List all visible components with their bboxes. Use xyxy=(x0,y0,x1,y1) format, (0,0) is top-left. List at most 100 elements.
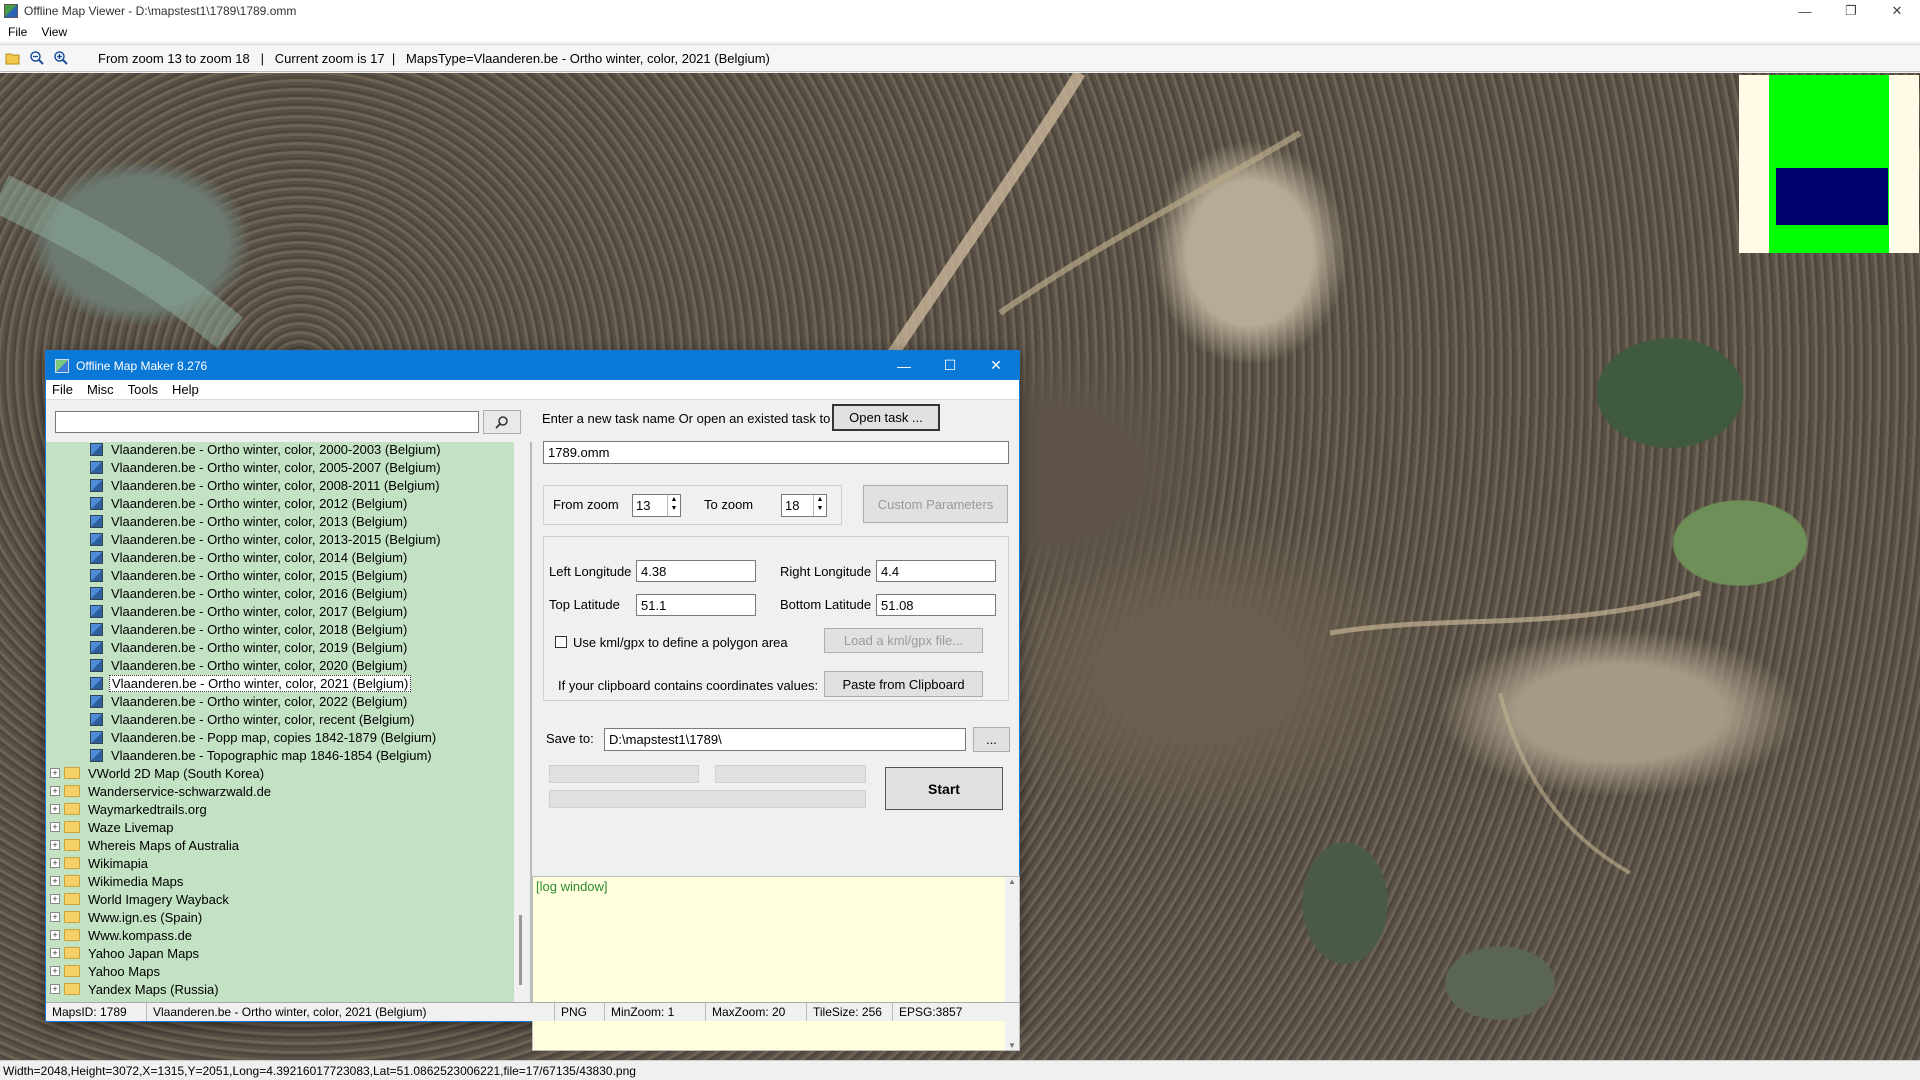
tree-item-label: Vlaanderen.be - Ortho winter, color, 201… xyxy=(111,567,408,583)
tree-item-map[interactable]: Vlaanderen.be - Ortho winter, color, 200… xyxy=(90,442,443,458)
dialog-menu-help[interactable]: Help xyxy=(172,382,199,397)
dialog-maximize-button[interactable]: ☐ xyxy=(927,351,973,380)
spinner-arrows-icon[interactable]: ▲ ▼ xyxy=(813,495,826,516)
tree-item-label: Vlaanderen.be - Ortho winter, color, 200… xyxy=(111,477,440,493)
tree-item-map[interactable]: Vlaanderen.be - Popp map, copies 1842-18… xyxy=(90,728,438,746)
save-path-input[interactable]: D:\mapstest1\1789\ xyxy=(604,728,966,751)
log-scrollbar[interactable]: ▲ ▼ xyxy=(1005,877,1019,1050)
folder-icon xyxy=(64,929,80,941)
tree-folder[interactable]: + Wikimedia Maps xyxy=(50,872,185,890)
dialog-minimize-button[interactable]: — xyxy=(881,351,927,380)
scroll-up-icon[interactable]: ▲ xyxy=(1005,877,1019,886)
tree-item-map[interactable]: Vlaanderen.be - Ortho winter, color, 201… xyxy=(90,548,409,566)
top-latitude-input[interactable]: 51.1 xyxy=(636,594,756,616)
dialog-menu-tools[interactable]: Tools xyxy=(128,382,158,397)
tree-folder[interactable]: + Yahoo Maps xyxy=(50,962,162,980)
browse-button[interactable]: ... xyxy=(973,727,1010,752)
tree-item-map[interactable]: Vlaanderen.be - Ortho winter, color, 201… xyxy=(90,638,409,656)
dialog-close-button[interactable]: ✕ xyxy=(973,351,1019,380)
tree-folder[interactable]: + Wikimapia xyxy=(50,854,150,872)
dialog-titlebar[interactable]: Offline Map Maker 8.276 — ☐ ✕ xyxy=(46,351,1019,380)
maximize-button[interactable]: ❐ xyxy=(1828,0,1874,22)
expand-icon[interactable]: + xyxy=(50,876,60,886)
tree-item-map[interactable]: Vlaanderen.be - Ortho winter, color, rec… xyxy=(90,710,416,728)
tree-item-map[interactable]: Vlaanderen.be - Ortho winter, color, 201… xyxy=(90,566,409,584)
expand-icon[interactable]: + xyxy=(50,768,60,778)
tree-item-map[interactable]: Vlaanderen.be - Ortho winter, color, 201… xyxy=(90,530,443,548)
tree-folder[interactable]: + Yandex Maps (Russia) xyxy=(50,980,221,998)
tree-item-map[interactable]: Vlaanderen.be - Ortho winter, color, 201… xyxy=(90,512,409,530)
search-button[interactable] xyxy=(483,410,521,434)
expand-icon[interactable]: + xyxy=(50,912,60,922)
tree-folder[interactable]: + Waze Livemap xyxy=(50,818,176,836)
close-button[interactable]: ✕ xyxy=(1874,0,1920,22)
tree-scroll-thumb[interactable] xyxy=(519,915,522,985)
map-type-tree[interactable]: Vlaanderen.be - Ortho winter, color, 200… xyxy=(46,442,514,1003)
tree-folder-label: Yahoo Maps xyxy=(88,963,161,979)
expand-icon[interactable]: + xyxy=(50,966,60,976)
custom-parameters-button[interactable]: Custom Parameters xyxy=(863,485,1008,523)
left-longitude-input[interactable]: 4.38 xyxy=(636,560,756,582)
folder-icon xyxy=(64,839,80,851)
open-folder-icon[interactable] xyxy=(2,47,24,69)
expand-icon[interactable]: + xyxy=(50,930,60,940)
tree-folder[interactable]: + World Imagery Wayback xyxy=(50,890,231,908)
tree-folder[interactable]: + Www.ign.es (Spain) xyxy=(50,908,204,926)
map-layer-icon xyxy=(90,460,103,474)
bottom-latitude-label: Bottom Latitude xyxy=(780,597,872,612)
tree-folder[interactable]: + Waymarkedtrails.org xyxy=(50,800,209,818)
open-task-button[interactable]: Open task ... xyxy=(832,404,940,431)
dialog-menu-file[interactable]: File xyxy=(52,382,73,397)
expand-icon[interactable]: + xyxy=(50,786,60,796)
tree-item-map[interactable]: Vlaanderen.be - Ortho winter, color, 201… xyxy=(90,620,409,638)
menu-file[interactable]: File xyxy=(8,25,27,39)
task-name-input[interactable]: 1789.omm xyxy=(543,441,1009,464)
main-statusbar: Width=2048,Height=3072,X=1315,Y=2051,Lon… xyxy=(0,1060,1920,1080)
tree-folder[interactable]: + Www.kompass.de xyxy=(50,926,194,944)
paste-clipboard-button[interactable]: Paste from Clipboard xyxy=(824,671,983,697)
tree-item-map[interactable]: Vlaanderen.be - Ortho winter, color, 202… xyxy=(90,656,409,674)
tree-scrollbar[interactable] xyxy=(515,442,528,1003)
dialog-menu-misc[interactable]: Misc xyxy=(87,382,114,397)
tree-folder-label: Whereis Maps of Australia xyxy=(88,837,240,853)
log-window[interactable]: [log window] ▲ ▼ xyxy=(532,876,1020,1051)
tree-item-map[interactable]: Vlaanderen.be - Ortho winter, color, 201… xyxy=(90,584,409,602)
tree-item-map[interactable]: Vlaanderen.be - Ortho winter, color, 201… xyxy=(90,602,409,620)
folder-icon xyxy=(64,893,80,905)
to-zoom-spinner[interactable]: 18 ▲ ▼ xyxy=(781,494,827,517)
load-kml-button[interactable]: Load a kml/gpx file... xyxy=(824,628,983,653)
spinner-arrows-icon[interactable]: ▲ ▼ xyxy=(667,495,680,516)
expand-icon[interactable]: + xyxy=(50,984,60,994)
tree-folder[interactable]: + Whereis Maps of Australia xyxy=(50,836,241,854)
expand-icon[interactable]: + xyxy=(50,948,60,958)
tree-item-map[interactable]: Vlaanderen.be - Ortho winter, color, 200… xyxy=(90,458,443,476)
tree-item-map[interactable]: Vlaanderen.be - Topographic map 1846-185… xyxy=(90,746,434,764)
use-kml-checkbox[interactable] xyxy=(555,636,567,648)
tree-folder[interactable]: + Yahoo Japan Maps xyxy=(50,944,201,962)
zoom-in-icon[interactable] xyxy=(50,47,72,69)
tree-folder[interactable]: + Wanderservice-schwarzwald.de xyxy=(50,782,273,800)
tree-item-map[interactable]: Vlaanderen.be - Ortho winter, color, 202… xyxy=(90,674,412,692)
expand-icon[interactable]: + xyxy=(50,894,60,904)
expand-icon[interactable]: + xyxy=(50,840,60,850)
tree-item-map[interactable]: Vlaanderen.be - Ortho winter, color, 201… xyxy=(90,494,409,512)
minimap[interactable] xyxy=(1739,75,1919,253)
right-longitude-input[interactable]: 4.4 xyxy=(876,560,996,582)
from-zoom-spinner[interactable]: 13 ▲ ▼ xyxy=(632,494,681,517)
expand-icon[interactable]: + xyxy=(50,804,60,814)
expand-icon[interactable]: + xyxy=(50,822,60,832)
menu-view[interactable]: View xyxy=(41,25,67,39)
tree-item-map[interactable]: Vlaanderen.be - Ortho winter, color, 200… xyxy=(90,476,442,494)
minimize-button[interactable]: — xyxy=(1782,0,1828,22)
zoom-out-icon[interactable] xyxy=(26,47,48,69)
main-toolbar: From zoom 13 to zoom 18 | Current zoom i… xyxy=(0,44,1920,72)
bottom-latitude-input[interactable]: 51.08 xyxy=(876,594,996,616)
map-search-input[interactable] xyxy=(55,411,479,433)
tree-folder[interactable]: + VWorld 2D Map (South Korea) xyxy=(50,764,266,782)
tree-item-label: Vlaanderen.be - Ortho winter, color, 201… xyxy=(111,639,408,655)
scroll-down-icon[interactable]: ▼ xyxy=(1005,1041,1019,1050)
expand-icon[interactable]: + xyxy=(50,858,60,868)
tree-item-map[interactable]: Vlaanderen.be - Ortho winter, color, 202… xyxy=(90,692,409,710)
start-button[interactable]: Start xyxy=(885,767,1003,810)
window-title: Offline Map Viewer - D:\mapstest1\1789\1… xyxy=(24,4,297,18)
